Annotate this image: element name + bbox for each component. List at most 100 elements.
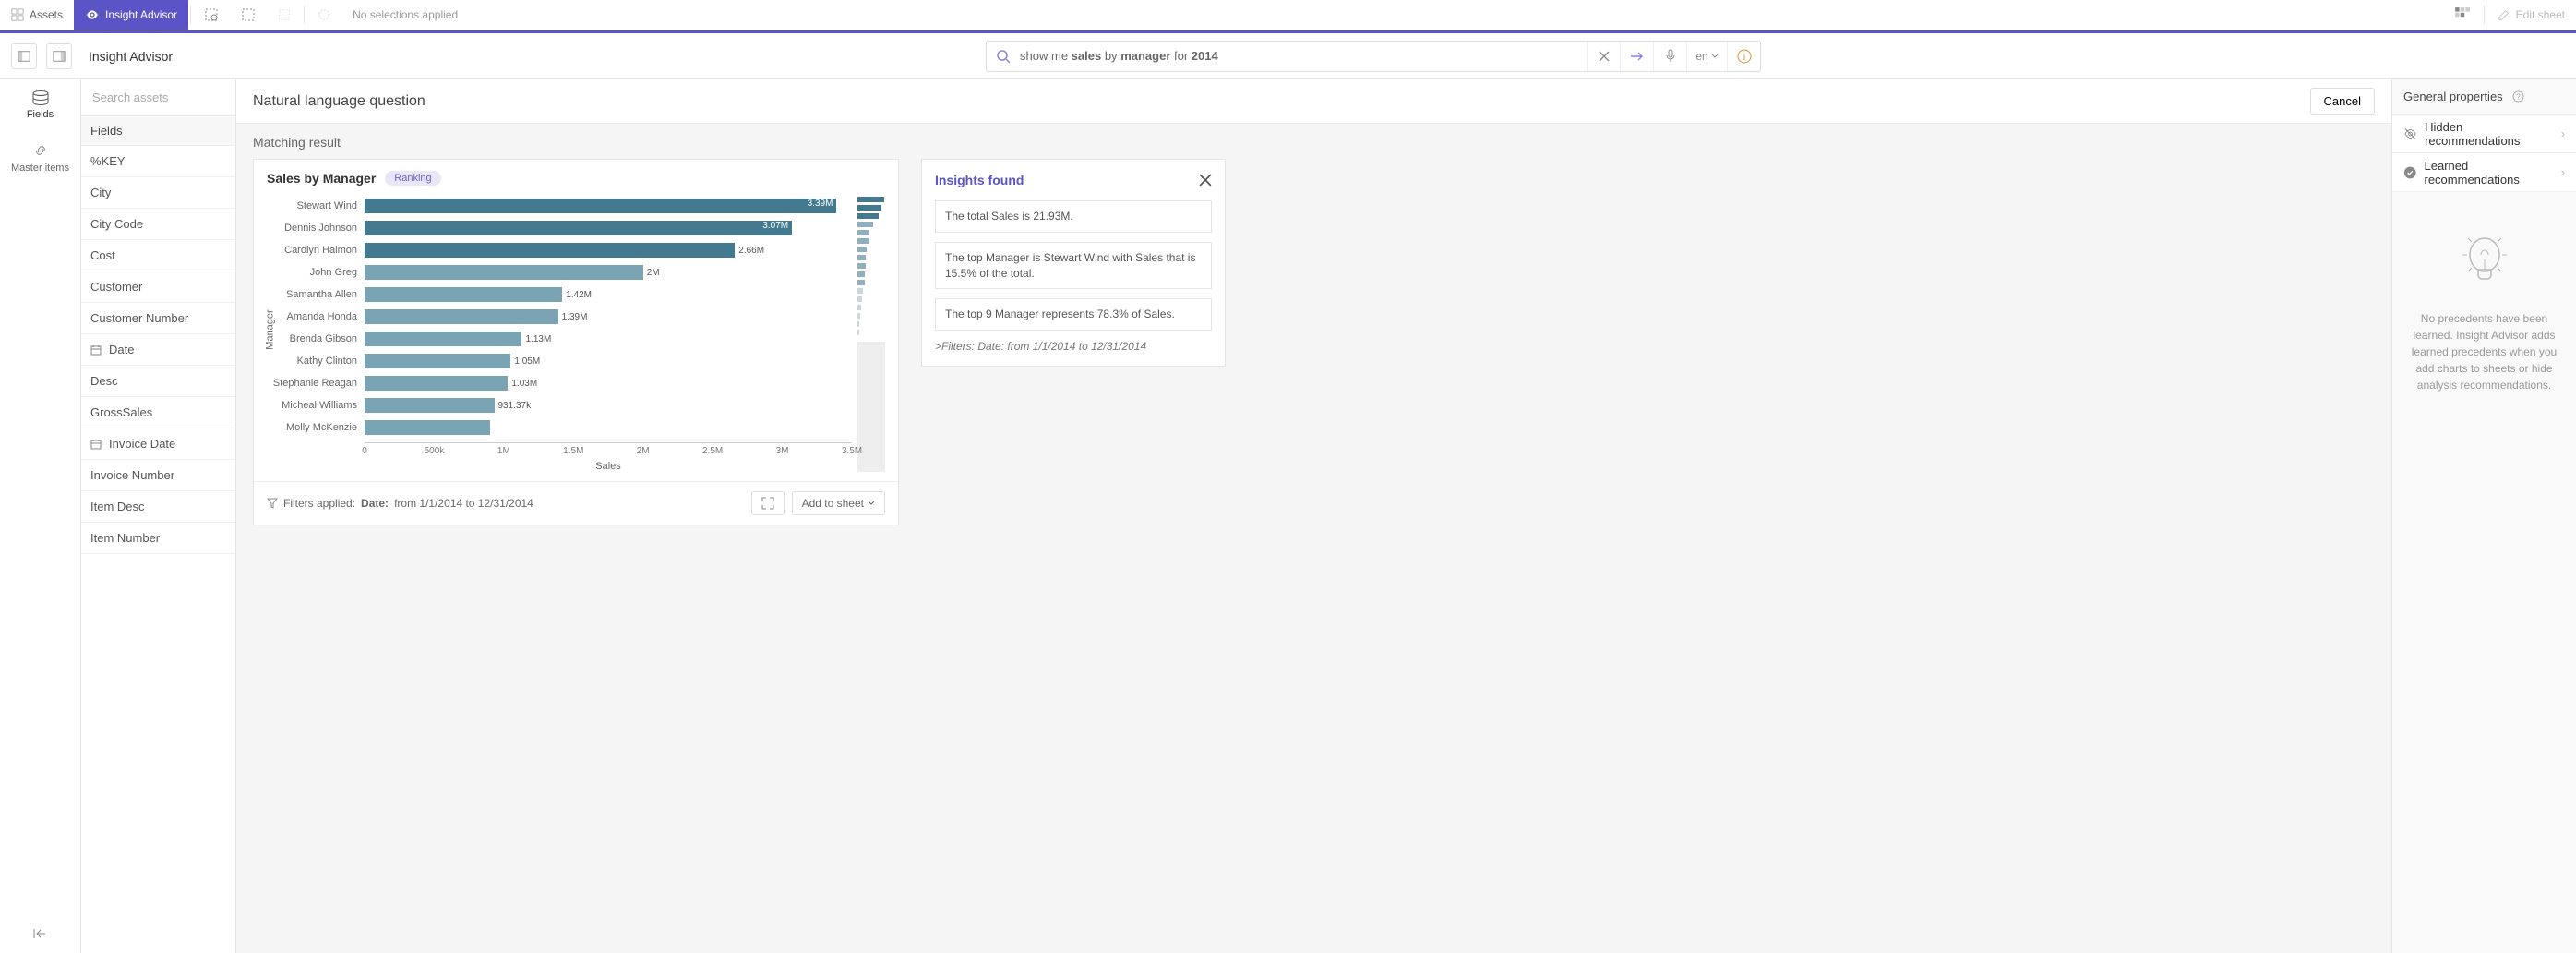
help-icon[interactable]: ? bbox=[2512, 90, 2524, 103]
selections-status: No selections applied bbox=[341, 0, 469, 30]
insights-filters: >Filters: Date: from 1/1/2014 to 12/31/2… bbox=[935, 340, 1212, 353]
bar-row[interactable]: Kathy Clinton1.05M bbox=[267, 350, 852, 372]
right-panel: General properties ? Hidden recommendati… bbox=[2391, 79, 2576, 953]
top-toolbar: Assets Insight Advisor No selections app… bbox=[0, 0, 2576, 30]
minimap-bar bbox=[857, 330, 859, 335]
assets-tab[interactable]: Assets bbox=[0, 0, 74, 30]
calendar-icon bbox=[90, 344, 103, 356]
clear-selections-button[interactable] bbox=[306, 0, 341, 30]
add-to-sheet-button[interactable]: Add to sheet bbox=[792, 491, 885, 515]
x-tick: 2.5M bbox=[702, 446, 723, 456]
field-label: Desc bbox=[90, 374, 118, 388]
rail-master-items[interactable]: Master items bbox=[0, 131, 80, 185]
field-label: Invoice Date bbox=[109, 437, 175, 451]
bar-category-label: Kathy Clinton bbox=[267, 356, 365, 367]
learned-recommendations-item[interactable]: Learned recommendations › bbox=[2392, 153, 2576, 192]
field-item[interactable]: Item Desc bbox=[81, 491, 235, 523]
toggle-right-panel-button[interactable] bbox=[46, 43, 72, 69]
clear-search-button[interactable] bbox=[1587, 42, 1620, 71]
minimap-bar bbox=[857, 238, 869, 244]
right-panel-message: No precedents have been learned. Insight… bbox=[2407, 310, 2561, 393]
minimap-bar bbox=[857, 222, 873, 227]
bar-row[interactable]: Dennis Johnson3.07M bbox=[267, 217, 852, 239]
check-circle-icon bbox=[2403, 165, 2417, 180]
field-item[interactable]: Customer bbox=[81, 271, 235, 303]
insight-advisor-tab[interactable]: Insight Advisor bbox=[74, 0, 188, 30]
hidden-recommendations-item[interactable]: Hidden recommendations › bbox=[2392, 115, 2576, 153]
minimap-bar bbox=[857, 280, 865, 285]
page-title: Insight Advisor bbox=[89, 49, 173, 64]
insight-eye-icon bbox=[85, 7, 100, 22]
bar-category-label: Brenda Gibson bbox=[267, 333, 365, 344]
bar-category-label: Molly McKenzie bbox=[267, 422, 365, 433]
search-box: show me sales by manager for 2014 en i bbox=[986, 41, 1761, 72]
chart-title: Sales by Manager bbox=[267, 171, 376, 186]
svg-text:i: i bbox=[1743, 53, 1744, 63]
chart-minimap[interactable] bbox=[857, 195, 885, 472]
link-icon bbox=[32, 142, 49, 159]
edit-sheet-label: Edit sheet bbox=[2516, 8, 2565, 21]
submit-search-button[interactable] bbox=[1620, 42, 1653, 71]
field-item[interactable]: Invoice Date bbox=[81, 428, 235, 460]
field-item[interactable]: Item Number bbox=[81, 523, 235, 554]
x-tick: 2M bbox=[637, 446, 650, 456]
bar-value-label: 1.39M bbox=[562, 312, 588, 322]
field-item[interactable]: Customer Number bbox=[81, 303, 235, 334]
bar-row[interactable]: Samantha Allen1.42M bbox=[267, 283, 852, 306]
field-item[interactable]: Invoice Number bbox=[81, 460, 235, 491]
minimap-bar bbox=[857, 321, 859, 327]
bar-value-label: 2.66M bbox=[738, 246, 764, 256]
rail-fields[interactable]: Fields bbox=[0, 79, 80, 131]
search-input[interactable]: show me sales by manager for 2014 bbox=[1020, 49, 1587, 63]
bar-row[interactable]: Amanda Honda1.39M bbox=[267, 306, 852, 328]
rail-master-label: Master items bbox=[11, 163, 69, 174]
svg-text:?: ? bbox=[2516, 91, 2521, 101]
field-item[interactable]: %KEY bbox=[81, 146, 235, 177]
voice-input-button[interactable] bbox=[1653, 42, 1686, 71]
field-label: Customer bbox=[90, 280, 142, 294]
cancel-button[interactable]: Cancel bbox=[2310, 88, 2375, 115]
secondary-toolbar: Insight Advisor show me sales by manager… bbox=[0, 33, 2576, 79]
step-back-icon bbox=[278, 8, 291, 21]
lasso-icon bbox=[241, 7, 256, 22]
field-item[interactable]: City Code bbox=[81, 209, 235, 240]
language-select[interactable]: en bbox=[1686, 42, 1727, 71]
bar-row[interactable]: Micheal Williams931.37k bbox=[267, 394, 852, 416]
field-item[interactable]: Date bbox=[81, 334, 235, 366]
bar-row[interactable]: Stewart Wind3.39M bbox=[267, 195, 852, 217]
clear-selections-icon bbox=[318, 8, 330, 21]
edit-sheet-button[interactable]: Edit sheet bbox=[2486, 0, 2576, 30]
bar-chart[interactable]: Manager Stewart Wind3.39MDennis Johnson3… bbox=[267, 195, 885, 472]
bar-row[interactable]: John Greg2M bbox=[267, 261, 852, 283]
field-item[interactable]: GrossSales bbox=[81, 397, 235, 428]
x-axis: 0500k1M1.5M2M2.5M3M3.5M bbox=[365, 442, 852, 459]
fields-list[interactable]: %KEYCity City Code Cost Customer Customer Nu… bbox=[81, 146, 235, 953]
smart-select-button[interactable] bbox=[193, 0, 230, 30]
x-tick: 500k bbox=[425, 446, 445, 456]
lasso-select-button[interactable] bbox=[230, 0, 267, 30]
minimap-bar bbox=[857, 271, 865, 277]
pencil-icon bbox=[2498, 8, 2510, 21]
assets-label: Assets bbox=[30, 8, 63, 21]
collapse-rail-button[interactable] bbox=[32, 914, 49, 953]
step-back-button[interactable] bbox=[267, 0, 302, 30]
field-item[interactable]: Desc bbox=[81, 366, 235, 397]
fullscreen-button[interactable] bbox=[751, 491, 785, 515]
fields-search[interactable]: Search assets bbox=[81, 79, 235, 116]
matching-result-label: Matching result bbox=[253, 135, 2375, 150]
minimap-bar bbox=[857, 296, 862, 302]
bar-row[interactable]: Carolyn Halmon2.66M bbox=[267, 239, 852, 261]
toggle-left-panel-button[interactable] bbox=[11, 43, 37, 69]
field-label: Cost bbox=[90, 248, 115, 262]
bar-row[interactable]: Brenda Gibson1.13M bbox=[267, 328, 852, 350]
bar-row[interactable]: Molly McKenzie bbox=[267, 416, 852, 439]
bar-value-label: 2M bbox=[647, 268, 660, 278]
selections-tool-button[interactable] bbox=[2443, 0, 2482, 30]
field-item[interactable]: Cost bbox=[81, 240, 235, 271]
bar-row[interactable]: Stephanie Reagan1.03M bbox=[267, 372, 852, 394]
field-label: City Code bbox=[90, 217, 143, 231]
field-item[interactable]: City bbox=[81, 177, 235, 209]
help-button[interactable]: i bbox=[1727, 42, 1760, 71]
insights-close-button[interactable] bbox=[1199, 174, 1212, 187]
x-tick: 3M bbox=[776, 446, 789, 456]
